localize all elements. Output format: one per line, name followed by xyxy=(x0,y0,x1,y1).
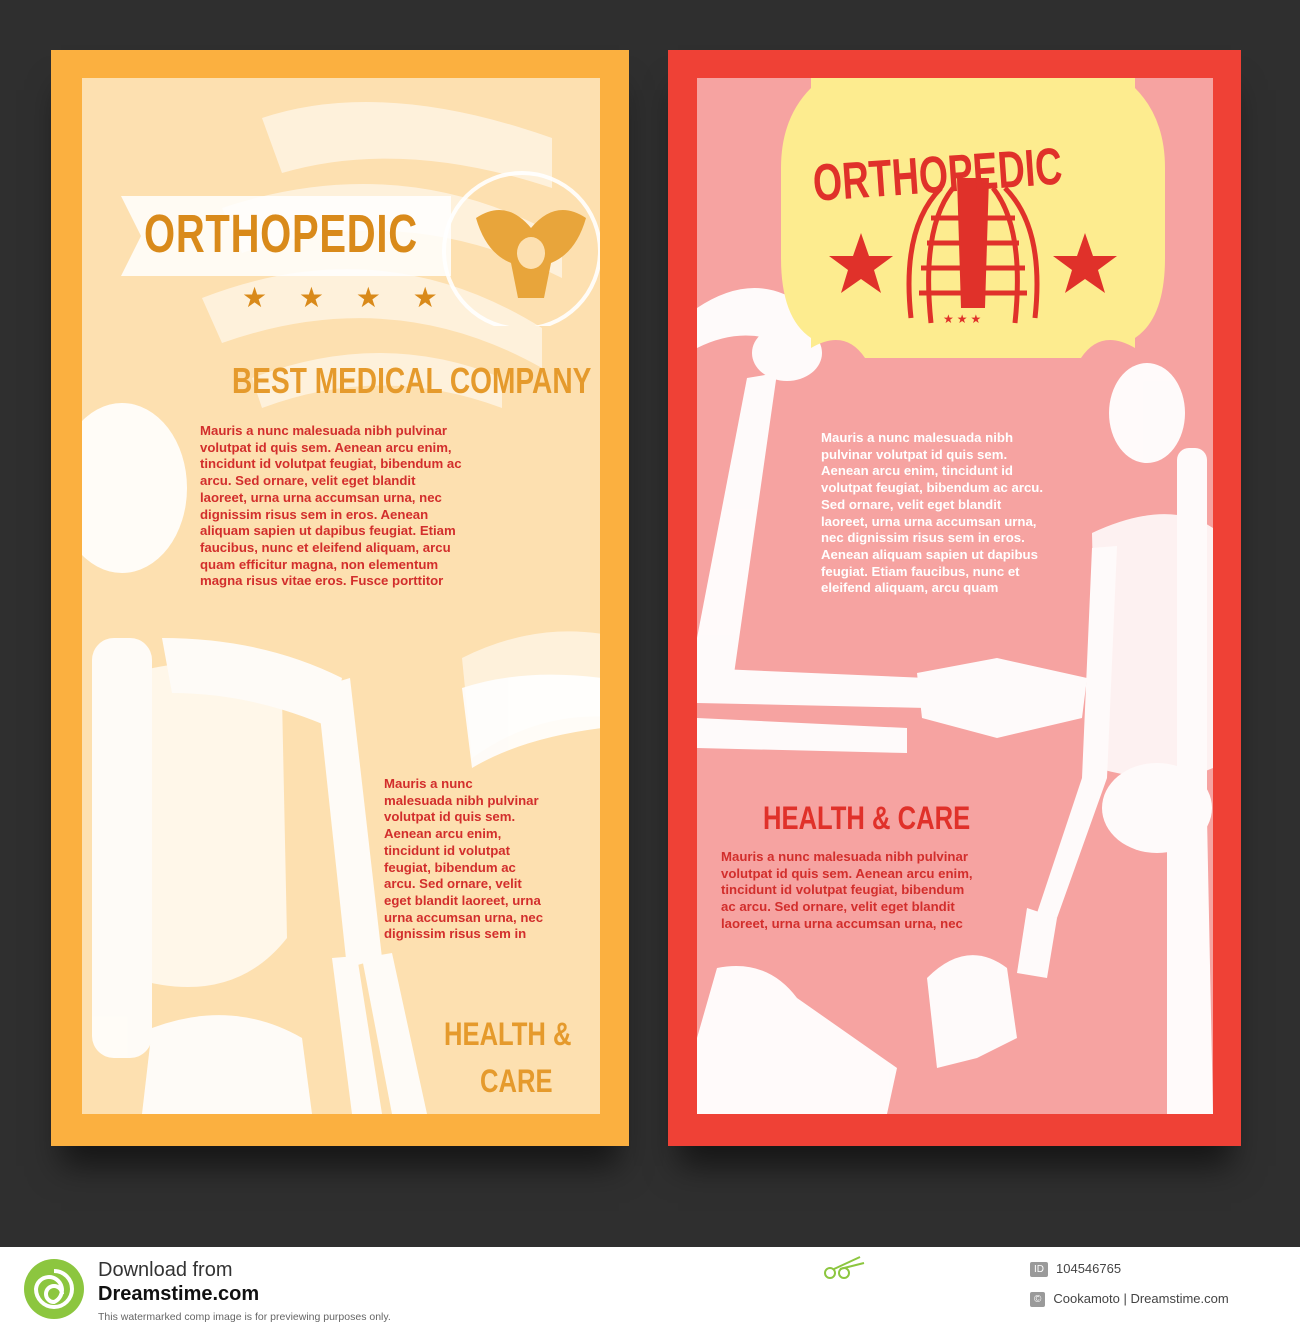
left-paragraph-2: Mauris a nunc malesuada nibh pulvinar vo… xyxy=(384,776,543,943)
text-line: laoreet, urna urna accumsan urna, nec xyxy=(200,489,442,505)
right-health-heading: HEALTH & CARE xyxy=(763,800,971,836)
preview-note: This watermarked comp image is for previ… xyxy=(98,1311,391,1323)
text-line: laoreet, urna urna accumsan urna, nec xyxy=(721,915,963,931)
right-paragraph-1: Mauris a nunc malesuada nibh pulvinar vo… xyxy=(821,430,1043,597)
author-row: © Cookamoto | Dreamstime.com xyxy=(1030,1291,1229,1307)
scissors-icon xyxy=(824,1256,865,1279)
left-rating-stars: ★ ★ ★ ★ xyxy=(242,282,450,313)
text-line: urna accumsan urna, nec xyxy=(384,909,544,925)
text-line: ac arcu. Sed ornare, velit eget blandit xyxy=(721,899,955,915)
text-line: Mauris a nunc malesuada nibh xyxy=(821,430,1013,445)
text-line: Sed ornare, velit eget blandit xyxy=(821,496,1002,512)
text-line: eget blandit laoreet, urna xyxy=(384,892,541,908)
text-line: laoreet, urna urna accumsan urna, xyxy=(821,513,1037,529)
text-line: faucibus, nunc et eleifend aliquam, arcu xyxy=(200,539,451,555)
text-line: eleifend aliquam, arcu quam xyxy=(821,580,999,596)
text-line: dignissim risus sem in xyxy=(384,926,527,942)
text-line: Aenean arcu enim, tincidunt id xyxy=(821,463,1013,479)
left-subtitle: BEST MEDICAL COMPANY xyxy=(232,360,592,401)
image-id: 104546765 xyxy=(1056,1261,1122,1276)
text-line: volutpat id quis sem. Aenean arcu enim, xyxy=(200,439,452,455)
artwork-stage: ORTHOPEDIC ★ ★ ★ ★ BEST MEDICAL COMPANY … xyxy=(0,0,1300,1247)
text-line: magna risus vitae eros. Fusce porttitor xyxy=(200,573,444,589)
left-health-heading-line1: HEALTH & xyxy=(444,1016,572,1052)
pelvis-icon xyxy=(476,210,586,298)
text-line: quam efficitur magna, non elementum xyxy=(200,556,439,572)
text-line: Mauris a nunc malesuada nibh pulvinar xyxy=(721,849,968,864)
right-rating-stars: ★★★ xyxy=(943,312,985,326)
text-line: feugiat. Etiam faucibus, nunc et xyxy=(821,563,1020,579)
right-paragraph-2: Mauris a nunc malesuada nibh pulvinar vo… xyxy=(721,849,973,933)
left-paragraph-1: Mauris a nunc malesuada nibh pulvinar vo… xyxy=(200,423,462,590)
text-line: tincidunt id volutpat feugiat, bibendum … xyxy=(200,456,462,472)
text-line: malesuada nibh pulvinar xyxy=(384,792,539,808)
text-line: tincidunt id volutpat xyxy=(384,842,510,858)
text-line: feugiat, bibendum ac xyxy=(384,859,516,875)
text-line: aliquam sapien ut dapibus feugiat. Etiam xyxy=(200,523,456,539)
text-line: volutpat id quis sem. xyxy=(384,809,516,825)
download-from-label: Download from xyxy=(98,1259,233,1281)
left-title: ORTHOPEDIC xyxy=(144,204,418,264)
text-line: nec dignissim risus sem in eros. xyxy=(821,530,1025,546)
author-name: Cookamoto | Dreamstime.com xyxy=(1053,1291,1229,1306)
image-id-row: ID 104546765 xyxy=(1030,1261,1121,1277)
text-line: volutpat feugiat, bibendum ac arcu. xyxy=(821,480,1044,496)
text-line: arcu. Sed ornare, velit xyxy=(384,876,522,892)
right-flyer: ORTHOPEDIC ★★★ Mauris a nunc malesuada n… xyxy=(668,50,1241,1146)
text-line: tincidunt id volutpat feugiat, bibendum xyxy=(721,882,965,898)
left-flyer-panel: ORTHOPEDIC ★ ★ ★ ★ BEST MEDICAL COMPANY … xyxy=(82,78,600,1114)
text-line: Mauris a nunc malesuada nibh pulvinar xyxy=(200,423,447,438)
text-line: Aenean arcu enim, xyxy=(384,826,502,842)
dreamstime-logo-icon xyxy=(24,1259,84,1319)
left-health-heading-line2: CARE xyxy=(480,1063,553,1099)
text-line: pulvinar volutpat id quis sem. xyxy=(821,446,1008,462)
text-line: dignissim risus sem in eros. Aenean xyxy=(200,506,429,522)
left-flyer: ORTHOPEDIC ★ ★ ★ ★ BEST MEDICAL COMPANY … xyxy=(51,50,629,1146)
text-line: Aenean aliquam sapien ut dapibus xyxy=(821,546,1038,562)
copyright-tag: © xyxy=(1030,1292,1046,1307)
text-line: arcu. Sed ornare, velit eget blandit xyxy=(200,473,416,489)
id-tag: ID xyxy=(1030,1262,1048,1277)
right-flyer-panel: ORTHOPEDIC ★★★ Mauris a nunc malesuada n… xyxy=(697,78,1213,1114)
text-line: Mauris a nunc xyxy=(384,776,473,791)
text-line: volutpat id quis sem. Aenean arcu enim, xyxy=(721,865,973,881)
watermark-footer: Download from Dreamstime.com This waterm… xyxy=(0,1247,1300,1336)
dreamstime-site-link[interactable]: Dreamstime.com xyxy=(98,1283,259,1306)
